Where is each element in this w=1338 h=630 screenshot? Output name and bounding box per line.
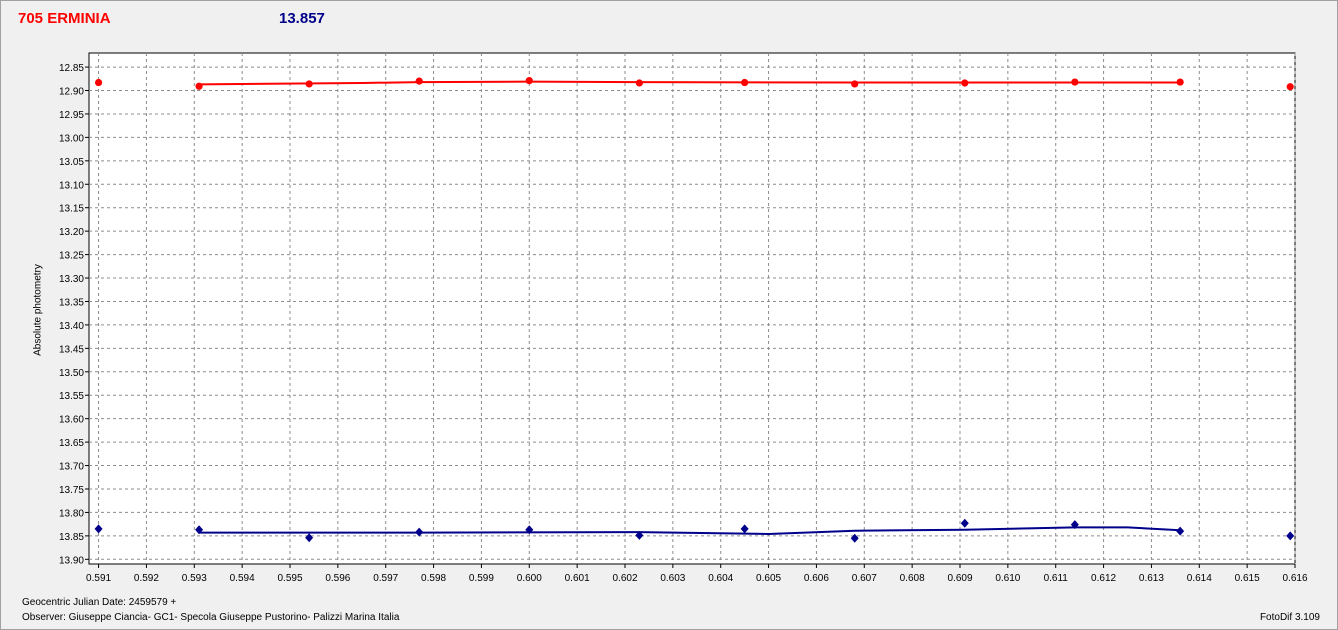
y-tick-label: 13.25 (59, 251, 84, 262)
light-curve-chart: 12.85 12.90 12.95 13.00 13.05 13.10 13.15 13.20… (59, 52, 1308, 584)
y-tick-label: 12.90 (59, 87, 84, 98)
x-tick-label: 0.599 (469, 573, 494, 584)
y-tick-label: 13.05 (59, 157, 84, 168)
x-tick-label: 0.608 (900, 573, 925, 584)
data-point (961, 79, 969, 87)
y-tick-label: 13.60 (59, 415, 84, 426)
y-tick-label: 13.10 (59, 180, 84, 191)
x-tick-label: 0.596 (325, 573, 350, 584)
y-tick-label: 13.30 (59, 274, 84, 285)
y-tick-label: 13.00 (59, 133, 84, 144)
x-tick-label: 0.593 (182, 573, 207, 584)
x-tick-label: 0.591 (86, 573, 111, 584)
data-point (1176, 78, 1184, 86)
x-tick-label: 0.595 (277, 573, 302, 584)
data-point (635, 79, 643, 87)
y-tick-label: 13.50 (59, 368, 84, 379)
x-tick-label: 0.604 (708, 573, 733, 584)
y-tick-label: 13.80 (59, 508, 84, 519)
x-tick-label: 0.606 (804, 573, 829, 584)
data-point (305, 80, 313, 88)
x-tick-label: 0.602 (612, 573, 637, 584)
y-tick-label: 12.95 (59, 110, 84, 121)
x-tick-label: 0.613 (1139, 573, 1164, 584)
software-version-label: FotoDif 3.109 (1259, 612, 1320, 623)
y-tick-label: 13.55 (59, 391, 84, 402)
x-tick-label: 0.605 (756, 573, 781, 584)
x-tick-label: 0.612 (1091, 573, 1116, 584)
x-tick-label: 0.611 (1044, 573, 1069, 584)
x-axis-ticks: 0.591 0.592 0.593 0.594 0.595 0.596 0.597 0.598… (86, 564, 1308, 584)
data-point (94, 78, 103, 87)
data-point (851, 80, 859, 88)
data-point (525, 77, 533, 85)
data-point (415, 77, 423, 85)
y-axis-ticks: 12.85 12.90 12.95 13.00 13.05 13.10 13.15 13.20… (59, 63, 89, 566)
x-tick-label: 0.616 (1282, 573, 1307, 584)
y-tick-label: 13.90 (59, 555, 84, 566)
y-tick-label: 13.40 (59, 321, 84, 332)
x-tick-label: 0.601 (565, 573, 590, 584)
x-tick-label: 0.592 (134, 573, 159, 584)
data-point (1286, 83, 1294, 91)
data-point (1071, 78, 1079, 86)
x-tick-label: 0.615 (1235, 573, 1260, 584)
y-tick-label: 13.20 (59, 227, 84, 238)
x-tick-label: 0.614 (1187, 573, 1212, 584)
x-tick-label: 0.600 (517, 573, 542, 584)
y-tick-label: 13.15 (59, 204, 84, 215)
y-tick-label: 13.70 (59, 462, 84, 473)
plot-area (88, 52, 1296, 565)
data-point (741, 78, 749, 87)
x-tick-label: 0.610 (995, 573, 1020, 584)
observer-label: Observer: Giuseppe Ciancia- GC1- Specola… (22, 612, 400, 623)
x-tick-label: 0.609 (947, 573, 972, 584)
y-tick-label: 13.65 (59, 438, 84, 449)
y-tick-label: 13.75 (59, 485, 84, 496)
y-axis-label: Absolute photometry (32, 264, 44, 356)
data-point (195, 82, 203, 90)
y-tick-label: 13.85 (59, 532, 84, 543)
x-tick-label: 0.594 (230, 573, 255, 584)
x-tick-label: 0.597 (373, 573, 398, 584)
x-tick-label: 0.603 (660, 573, 685, 584)
y-tick-label: 12.85 (59, 63, 84, 74)
y-tick-label: 13.45 (59, 344, 84, 355)
julian-date-label: Geocentric Julian Date: 2459579 + (22, 597, 177, 608)
x-tick-label: 0.607 (852, 573, 877, 584)
x-tick-label: 0.598 (421, 573, 446, 584)
y-tick-label: 13.35 (59, 297, 84, 308)
